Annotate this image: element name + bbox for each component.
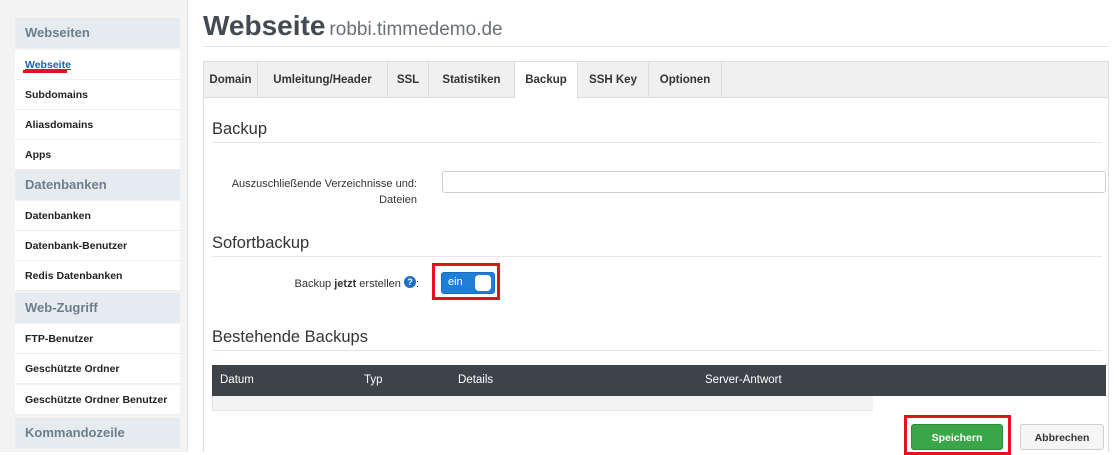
sidebar-header-web-zugriff: Web-Zugriff [15, 293, 180, 323]
backup-now-label: Backup jetzt erstellen ?: [214, 276, 419, 292]
page-title: Webseite robbi.timmedemo.de [203, 10, 503, 42]
cancel-button[interactable]: Abbrechen [1020, 424, 1104, 450]
exclude-dirs-input[interactable] [442, 171, 1106, 193]
sidebar-item-apps[interactable]: Apps [15, 140, 180, 170]
content-panel: Domain Umleitung/Header SSL Statistiken … [203, 61, 1109, 455]
title-divider [203, 46, 1109, 47]
backup-now-label-suffix: erstellen [356, 278, 401, 290]
highlight-underline [23, 70, 67, 73]
existing-backups-divider [212, 350, 1102, 351]
sidebar-item-datenbank-benutzer[interactable]: Datenbank-Benutzer [15, 231, 180, 261]
exclude-dirs-label: Auszuschließende Verzeichnisse und: Date… [214, 176, 417, 208]
sidebar-item-webseite[interactable]: Webseite [15, 50, 180, 80]
backup-heading: Backup [212, 120, 268, 138]
highlight-box-save [904, 415, 1011, 455]
sidebar-item-geschuetzte-ordner-benutzer[interactable]: Geschützte Ordner Benutzer [15, 385, 180, 415]
backup-divider [212, 142, 1102, 143]
sidebar-header-datenbanken: Datenbanken [15, 170, 180, 200]
sidebar-item-aliasdomains[interactable]: Aliasdomains [15, 110, 180, 140]
backups-table-header: Datum Typ Details Server-Antwort [212, 365, 1106, 396]
sidebar-item-redis-datenbanken[interactable]: Redis Datenbanken [15, 261, 180, 291]
tab-ssh-key[interactable]: SSH Key [578, 62, 649, 98]
existing-backups-heading: Bestehende Backups [212, 328, 368, 346]
col-datum[interactable]: Datum [220, 365, 254, 396]
sidebar-item-datenbanken[interactable]: Datenbanken [15, 201, 180, 231]
exclude-dirs-label-line1: Auszuschließende Verzeichnisse und: [231, 178, 417, 190]
sofortbackup-divider [212, 256, 1102, 257]
sidebar-header-webseiten: Webseiten [15, 18, 180, 48]
backups-table-row-cell [873, 396, 1106, 411]
col-details[interactable]: Details [458, 365, 493, 396]
tab-domain[interactable]: Domain [204, 62, 258, 98]
tab-bar: Domain Umleitung/Header SSL Statistiken … [204, 62, 1108, 99]
backup-now-label-colon: : [415, 278, 419, 290]
sidebar-item-subdomains[interactable]: Subdomains [15, 80, 180, 110]
tab-backup[interactable]: Backup [515, 62, 578, 99]
page-title-text: Webseite [203, 10, 326, 41]
sidebar-header-kommandozeile: Kommandozeile [15, 418, 180, 448]
page-subtitle: robbi.timmedemo.de [329, 19, 503, 40]
highlight-box-toggle [432, 263, 500, 300]
backup-now-label-bold: jetzt [334, 278, 357, 290]
sofortbackup-heading: Sofortbackup [212, 234, 310, 252]
tab-statistiken[interactable]: Statistiken [429, 62, 515, 98]
tab-ssl[interactable]: SSL [388, 62, 429, 98]
tab-umleitung-header[interactable]: Umleitung/Header [258, 62, 388, 98]
help-icon[interactable]: ? [403, 276, 416, 288]
tab-optionen[interactable]: Optionen [649, 62, 722, 98]
col-typ[interactable]: Typ [364, 365, 383, 396]
sidebar-item-geschuetzte-ordner[interactable]: Geschützte Ordner [15, 354, 180, 384]
sidebar-item-ftp-benutzer[interactable]: FTP-Benutzer [15, 324, 180, 354]
exclude-dirs-label-line2: Dateien [379, 194, 417, 206]
sidebar: Webseiten Webseite Subdomains Aliasdomai… [0, 0, 188, 452]
col-server-antwort[interactable]: Server-Antwort [705, 365, 782, 396]
backup-now-label-prefix: Backup [294, 278, 335, 290]
